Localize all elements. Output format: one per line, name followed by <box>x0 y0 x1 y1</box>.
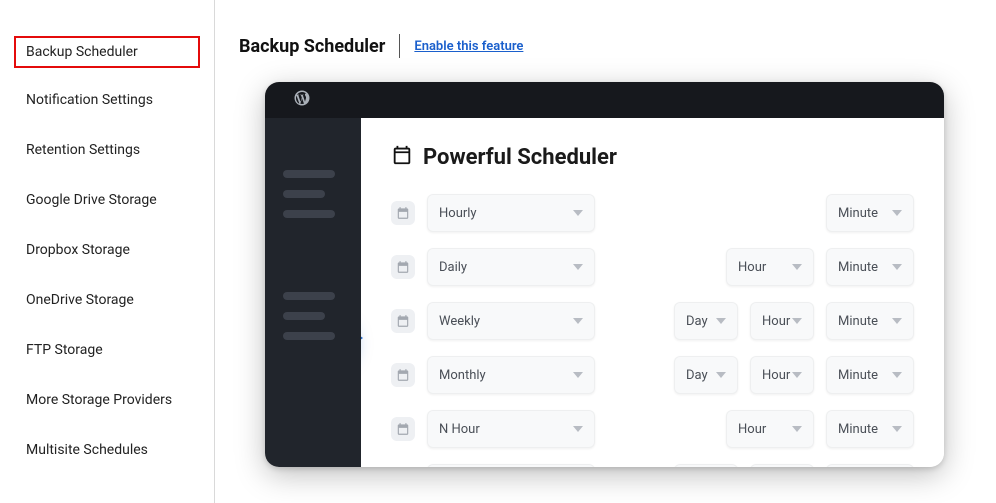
hour-select[interactable]: Hour <box>750 356 814 394</box>
chevron-down-icon <box>573 318 583 324</box>
chevron-down-icon <box>716 318 726 324</box>
primary-select[interactable]: Daily <box>427 248 595 286</box>
chevron-down-icon <box>892 264 902 270</box>
chevron-down-icon <box>792 318 802 324</box>
minute-select[interactable]: Minute <box>826 356 914 394</box>
divider <box>399 34 400 58</box>
primary-select[interactable]: Weekly <box>427 302 595 340</box>
chevron-down-icon <box>792 372 802 378</box>
hour-select[interactable]: Hour <box>750 464 814 467</box>
chevron-down-icon <box>573 426 583 432</box>
sidebar-item-google-drive-storage[interactable]: Google Drive Storage <box>0 182 214 218</box>
chevron-down-icon <box>892 426 902 432</box>
minute-select[interactable]: Minute <box>826 194 914 232</box>
page-title: Backup Scheduler <box>239 36 385 57</box>
sidebar-item-backup-scheduler[interactable]: Backup Scheduler <box>14 36 200 68</box>
chevron-down-icon <box>892 372 902 378</box>
hour-select[interactable]: Hour <box>726 248 814 286</box>
primary-select[interactable]: Hourly <box>427 194 595 232</box>
panel-title: Powerful Scheduler <box>423 145 617 170</box>
sidebar-item-onedrive-storage[interactable]: OneDrive Storage <box>0 282 214 318</box>
chevron-down-icon <box>716 372 726 378</box>
schedule-row-weekly: Weekly Day Hour Minute <box>391 302 914 340</box>
chevron-down-icon <box>573 264 583 270</box>
minute-select[interactable]: Minute <box>826 248 914 286</box>
sidebar-item-ftp-storage[interactable]: FTP Storage <box>0 332 214 368</box>
schedule-row-n-days: N Days Days Hour Minute <box>391 464 914 467</box>
scheduler-panel: Powerful Scheduler Hourly Minute Daily <box>361 118 944 467</box>
hour-select[interactable]: Hour <box>726 410 814 448</box>
hour-select[interactable]: Hour <box>750 302 814 340</box>
schedule-icon <box>391 255 415 279</box>
sidebar-item-dropbox-storage[interactable]: Dropbox Storage <box>0 232 214 268</box>
enable-feature-link[interactable]: Enable this feature <box>414 39 523 54</box>
sidebar-item-notification-settings[interactable]: Notification Settings <box>0 82 214 118</box>
schedule-row-monthly: Monthly Day Hour Minute <box>391 356 914 394</box>
schedule-icon <box>391 309 415 333</box>
sidebar-item-multisite-schedules[interactable]: Multisite Schedules <box>0 432 214 468</box>
minute-select[interactable]: Minute <box>826 464 914 467</box>
chevron-down-icon <box>573 372 583 378</box>
sidebar-item-retention-settings[interactable]: Retention Settings <box>0 132 214 168</box>
chevron-down-icon <box>792 426 802 432</box>
schedule-icon <box>391 201 415 225</box>
sidebar-item-more-storage-providers[interactable]: More Storage Providers <box>0 382 214 418</box>
minute-select[interactable]: Minute <box>826 302 914 340</box>
primary-select[interactable]: N Days <box>427 464 595 467</box>
days-select[interactable]: Days <box>674 464 738 467</box>
wordpress-icon <box>293 89 311 111</box>
schedule-row-daily: Daily Hour Minute <box>391 248 914 286</box>
main: Backup Scheduler Enable this feature <box>215 0 996 503</box>
schedule-row-n-hour: N Hour Hour Minute <box>391 410 914 448</box>
chevron-down-icon <box>792 264 802 270</box>
schedule-icon <box>391 417 415 441</box>
schedule-row-hourly: Hourly Minute <box>391 194 914 232</box>
preview-topbar <box>265 82 944 118</box>
primary-select[interactable]: N Hour <box>427 410 595 448</box>
chevron-down-icon <box>892 318 902 324</box>
preview-mock-nav <box>265 118 361 467</box>
feature-preview-card: Powerful Scheduler Hourly Minute Daily <box>265 82 944 467</box>
schedule-icon <box>391 363 415 387</box>
calendar-icon <box>391 144 413 170</box>
chevron-down-icon <box>892 210 902 216</box>
day-select[interactable]: Day <box>674 302 738 340</box>
chevron-down-icon <box>573 210 583 216</box>
primary-select[interactable]: Monthly <box>427 356 595 394</box>
minute-select[interactable]: Minute <box>826 410 914 448</box>
sidebar: Backup Scheduler Notification Settings R… <box>0 0 215 503</box>
header: Backup Scheduler Enable this feature <box>239 34 944 58</box>
day-select[interactable]: Day <box>674 356 738 394</box>
